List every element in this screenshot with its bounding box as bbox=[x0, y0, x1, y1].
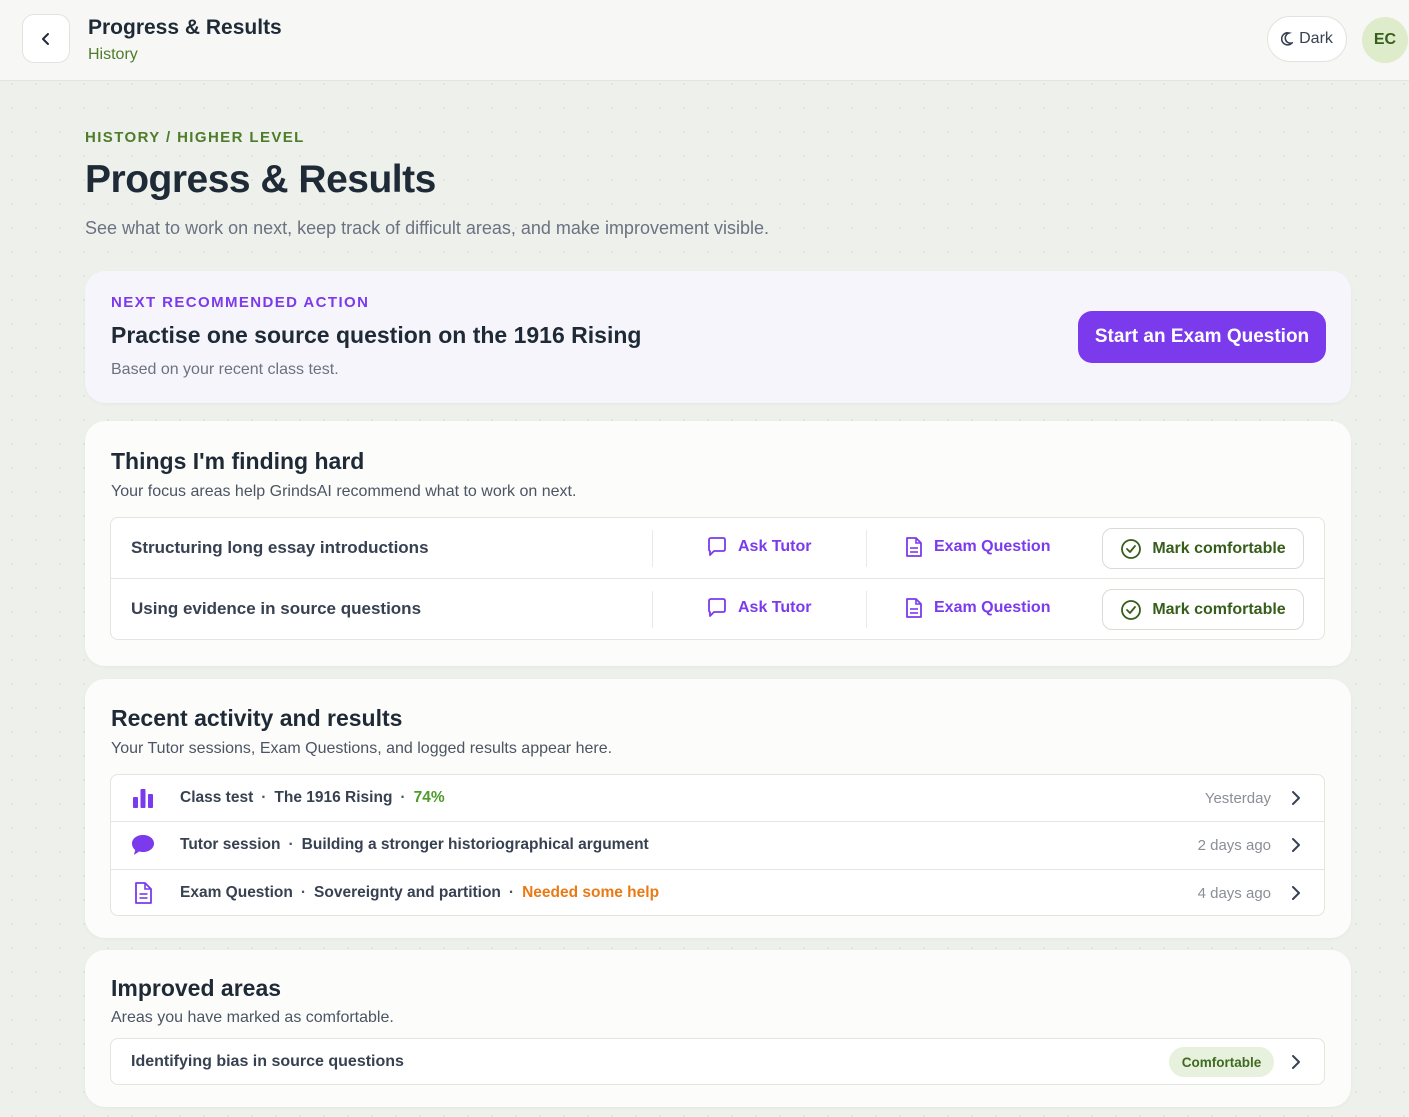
exam-question-label: Exam Question bbox=[934, 538, 1051, 555]
exam-question-button[interactable]: Exam Question bbox=[904, 597, 1050, 619]
activity-topic: The 1916 Rising bbox=[274, 789, 393, 806]
ask-tutor-button[interactable]: Ask Tutor bbox=[706, 597, 811, 619]
app-subtitle: History bbox=[88, 46, 138, 63]
column-divider bbox=[866, 591, 867, 628]
finding-hard-title: Things I'm finding hard bbox=[111, 448, 365, 474]
focus-area-row: Using evidence in source questions Ask T… bbox=[111, 579, 1324, 640]
chevron-right-icon bbox=[1286, 883, 1306, 903]
focus-area-label: Structuring long essay introductions bbox=[131, 538, 429, 557]
chevron-left-icon bbox=[38, 31, 54, 47]
recent-activity-title: Recent activity and results bbox=[111, 705, 403, 731]
improved-area-label: Identifying bias in source questions bbox=[131, 1053, 404, 1070]
finding-hard-description: Your focus areas help GrindsAI recommend… bbox=[111, 483, 577, 500]
top-bar: Progress & Results History Dark EC bbox=[0, 0, 1409, 81]
activity-time: 4 days ago bbox=[1197, 885, 1271, 902]
improved-areas-description: Areas you have marked as comfortable. bbox=[111, 1009, 394, 1026]
mark-comfortable-button[interactable]: Mark comfortable bbox=[1102, 589, 1304, 630]
chevron-right-icon bbox=[1286, 788, 1306, 808]
focus-areas-list: Structuring long essay introductions Ask… bbox=[110, 517, 1325, 640]
app-title: Progress & Results bbox=[88, 16, 282, 39]
chevron-right-icon bbox=[1286, 1052, 1306, 1072]
document-icon bbox=[131, 881, 155, 905]
recent-activity-description: Your Tutor sessions, Exam Questions, and… bbox=[111, 740, 613, 757]
next-action-card: NEXT RECOMMENDED ACTION Practise one sou… bbox=[85, 271, 1351, 403]
breadcrumb: HISTORY / HIGHER LEVEL bbox=[85, 129, 305, 146]
focus-area-row: Structuring long essay introductions Ask… bbox=[111, 518, 1324, 579]
activity-summary: Exam Question · Sovereignty and partition ·… bbox=[180, 884, 660, 901]
chat-bubble-icon bbox=[131, 833, 155, 857]
column-divider bbox=[652, 530, 653, 567]
moon-icon bbox=[1281, 32, 1294, 46]
theme-toggle-label: Dark bbox=[1299, 30, 1333, 47]
ask-tutor-button[interactable]: Ask Tutor bbox=[706, 536, 811, 558]
bar-chart-icon bbox=[131, 786, 155, 810]
activity-time: 2 days ago bbox=[1197, 837, 1271, 854]
mark-comfortable-label: Mark comfortable bbox=[1152, 600, 1286, 618]
activity-topic: Building a stronger historiographical ar… bbox=[301, 836, 649, 853]
next-action-title: Practise one source question on the 1916… bbox=[111, 322, 642, 348]
page-title: Progress & Results bbox=[85, 158, 436, 201]
finding-hard-card: Things I'm finding hard Your focus areas… bbox=[85, 421, 1351, 666]
improved-areas-title: Improved areas bbox=[111, 975, 282, 1001]
column-divider bbox=[652, 591, 653, 628]
activity-summary: Tutor session · Building a stronger histor… bbox=[180, 836, 649, 853]
chevron-right-icon bbox=[1286, 835, 1306, 855]
activity-type: Exam Question bbox=[180, 884, 293, 901]
column-divider bbox=[866, 530, 867, 567]
document-icon bbox=[904, 536, 924, 558]
check-circle-icon bbox=[1120, 538, 1142, 560]
activity-time: Yesterday bbox=[1204, 790, 1271, 807]
recent-activity-card: Recent activity and results Your Tutor s… bbox=[85, 679, 1351, 938]
theme-toggle-button[interactable]: Dark bbox=[1267, 16, 1347, 62]
activity-type: Tutor session bbox=[180, 836, 281, 853]
activity-type: Class test bbox=[180, 789, 254, 806]
avatar[interactable]: EC bbox=[1362, 17, 1408, 63]
activity-row[interactable]: Class test · The 1916 Rising · 74% Yesterday bbox=[111, 775, 1324, 822]
activity-result: 74% bbox=[413, 789, 445, 806]
activity-summary: Class test · The 1916 Rising · 74% bbox=[180, 789, 445, 806]
ask-tutor-label: Ask Tutor bbox=[738, 599, 812, 616]
activity-list: Class test · The 1916 Rising · 74% Yesterday… bbox=[110, 774, 1325, 916]
activity-topic: Sovereignty and partition bbox=[314, 884, 501, 901]
back-button[interactable] bbox=[22, 14, 70, 63]
exam-question-button[interactable]: Exam Question bbox=[904, 536, 1050, 558]
next-action-label: NEXT RECOMMENDED ACTION bbox=[111, 294, 370, 311]
page-description: See what to work on next, keep track of … bbox=[85, 218, 769, 238]
activity-result: Needed some help bbox=[522, 884, 660, 901]
next-action-note: Based on your recent class test. bbox=[111, 361, 339, 378]
focus-area-label: Using evidence in source questions bbox=[131, 599, 422, 618]
activity-row[interactable]: Tutor session · Building a stronger histor… bbox=[111, 822, 1324, 870]
activity-row[interactable]: Exam Question · Sovereignty and partition ·… bbox=[111, 870, 1324, 917]
exam-question-label: Exam Question bbox=[934, 599, 1051, 616]
document-icon bbox=[904, 597, 924, 619]
mark-comfortable-button[interactable]: Mark comfortable bbox=[1102, 528, 1304, 569]
status-badge: Comfortable bbox=[1169, 1047, 1274, 1077]
improved-area-row[interactable]: Identifying bias in source questions Com… bbox=[110, 1038, 1325, 1085]
chat-icon bbox=[706, 536, 728, 558]
start-exam-question-button[interactable]: Start an Exam Question bbox=[1078, 311, 1326, 363]
chat-icon bbox=[706, 597, 728, 619]
ask-tutor-label: Ask Tutor bbox=[738, 538, 812, 555]
mark-comfortable-label: Mark comfortable bbox=[1152, 539, 1286, 557]
check-circle-icon bbox=[1120, 599, 1142, 621]
improved-areas-card: Improved areas Areas you have marked as … bbox=[85, 950, 1351, 1107]
